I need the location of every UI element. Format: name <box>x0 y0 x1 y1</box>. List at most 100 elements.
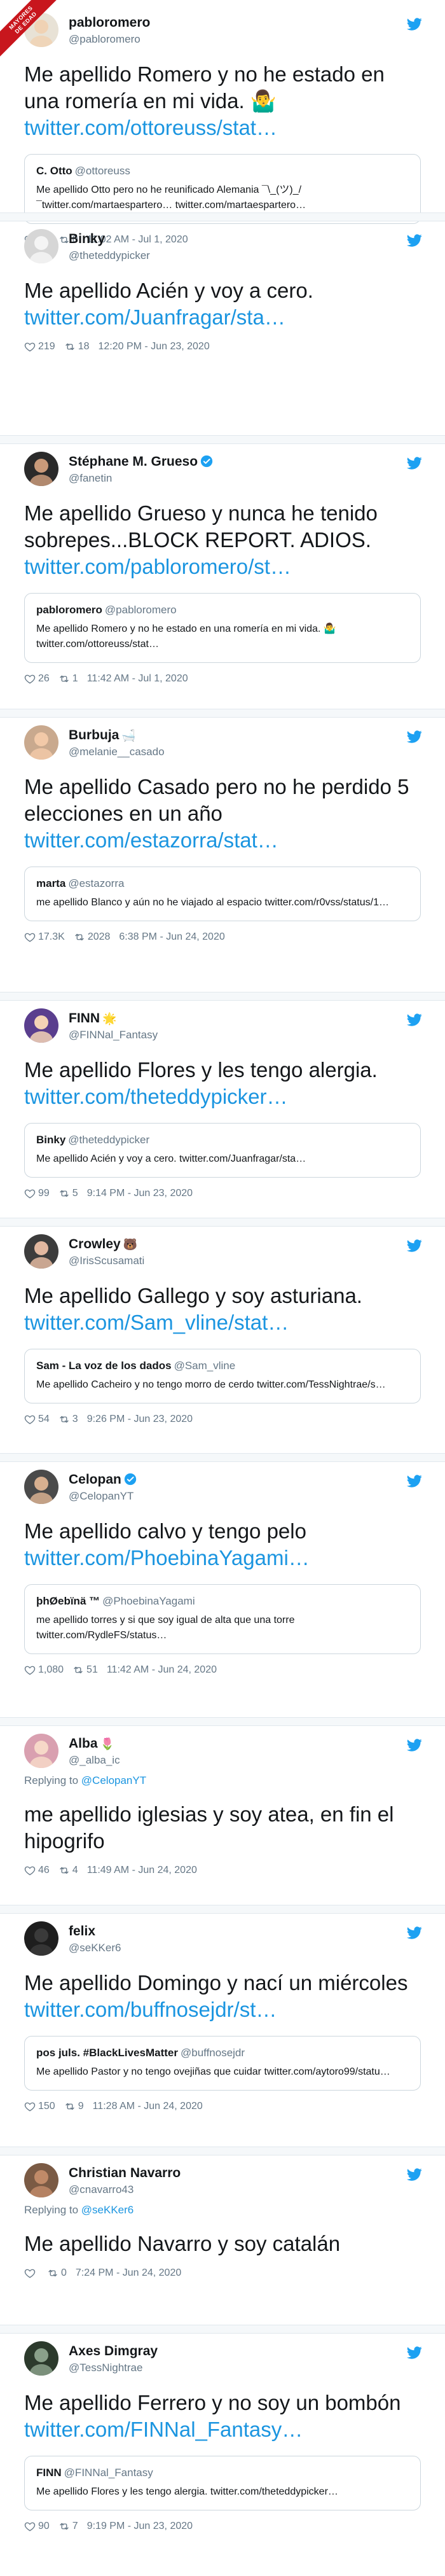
tweet-link[interactable]: twitter.com/Sam_vline/stat… <box>24 1311 289 1334</box>
author-name[interactable]: felix <box>69 1924 95 1939</box>
tweet-timestamp[interactable]: 11:49 AM - Jun 24, 2020 <box>87 1865 197 1876</box>
heart-icon[interactable] <box>24 1664 36 1676</box>
author-name[interactable]: pabloromero <box>69 15 150 31</box>
retweet-icon[interactable] <box>58 1414 70 1425</box>
tweet-timestamp[interactable]: 12:20 PM - Jun 23, 2020 <box>99 341 210 352</box>
heart-icon[interactable] <box>24 2101 36 2112</box>
grueso-avatar-icon[interactable] <box>24 452 58 486</box>
tweet-timestamp[interactable]: 7:24 PM - Jun 24, 2020 <box>76 2267 181 2279</box>
tweet-link[interactable]: twitter.com/theteddypicker… <box>24 1085 288 1108</box>
tweet-card[interactable]: Christian Navarro @cnavarro43 Replying to … <box>11 2158 434 2279</box>
tweet-card[interactable]: Binky @theteddypicker Me apellido Acién y … <box>11 224 434 352</box>
author-name[interactable]: Celopan <box>69 1472 137 1487</box>
author-name-text[interactable]: Crowley <box>69 1237 121 1251</box>
author-handle[interactable]: @TessNightrae <box>69 2362 142 2374</box>
retweet-icon[interactable] <box>64 2101 76 2112</box>
tweet-card[interactable]: Alba 🌷 @_alba_ic Replying to @CelopanYT me a… <box>11 1729 434 1876</box>
twitter-bird-icon[interactable] <box>407 1238 422 1253</box>
retweet-icon[interactable] <box>58 1865 70 1876</box>
author-name-text[interactable]: Celopan <box>69 1472 121 1487</box>
quoted-tweet[interactable]: FINN @FINNal_Fantasy Me apellido Flores y … <box>24 2456 421 2510</box>
binky-avatar-icon[interactable] <box>24 229 58 263</box>
twitter-bird-icon[interactable] <box>407 1925 422 1940</box>
reply-to-handle[interactable]: @seKKer6 <box>81 2204 134 2216</box>
retweet-icon[interactable] <box>58 673 70 685</box>
author-name[interactable]: Crowley 🐻 <box>69 1237 137 1252</box>
author-handle[interactable]: @pabloromero <box>69 33 140 46</box>
author-name-text[interactable]: Christian Navarro <box>69 2166 181 2180</box>
heart-icon[interactable] <box>24 1188 36 1199</box>
author-handle[interactable]: @_alba_ic <box>69 1754 120 1767</box>
navarro-avatar-icon[interactable] <box>24 2163 58 2197</box>
heart-icon[interactable] <box>24 2521 36 2532</box>
tweet-card[interactable]: FINN 🌟 @FINNal_Fantasy Me apellido Flores y… <box>11 1003 434 1199</box>
author-handle[interactable]: @cnavarro43 <box>69 2183 134 2196</box>
author-name[interactable]: Burbuja 🛁 <box>69 728 136 743</box>
author-name-text[interactable]: Alba <box>69 1736 98 1751</box>
twitter-bird-icon[interactable] <box>407 1473 422 1489</box>
tweet-card[interactable]: Celopan @CelopanYT Me apellido calvo y ten… <box>11 1465 434 1676</box>
celopan-avatar-icon[interactable] <box>24 1470 58 1504</box>
tweet-link[interactable]: twitter.com/ottoreuss/stat… <box>24 116 277 139</box>
tweet-link[interactable]: twitter.com/PhoebinaYagami… <box>24 1546 310 1570</box>
author-name-text[interactable]: pabloromero <box>69 15 150 30</box>
author-handle[interactable]: @fanetin <box>69 472 112 485</box>
retweet-icon[interactable] <box>58 2521 70 2532</box>
tweet-link[interactable]: twitter.com/Juanfragar/sta… <box>24 305 285 329</box>
author-name-text[interactable]: Binky <box>69 232 105 246</box>
heart-icon[interactable] <box>24 1414 36 1425</box>
retweet-icon[interactable] <box>64 341 76 352</box>
heart-icon[interactable] <box>24 673 36 685</box>
retweet-icon[interactable] <box>58 1188 70 1199</box>
finn-avatar-icon[interactable] <box>24 1008 58 1043</box>
retweet-icon[interactable] <box>47 2267 58 2279</box>
author-name[interactable]: Alba 🌷 <box>69 1736 114 1751</box>
tweet-timestamp[interactable]: 9:14 PM - Jun 23, 2020 <box>87 1188 193 1199</box>
heart-icon[interactable] <box>24 341 36 352</box>
heart-icon[interactable] <box>24 931 36 943</box>
author-name-text[interactable]: felix <box>69 1924 95 1939</box>
tweet-card[interactable]: pabloromero @pabloromero Me apellido Romer… <box>11 8 434 246</box>
twitter-bird-icon[interactable] <box>407 1737 422 1753</box>
twitter-bird-icon[interactable] <box>407 233 422 248</box>
tweet-timestamp[interactable]: 11:28 AM - Jun 24, 2020 <box>93 2101 203 2112</box>
tweet-link[interactable]: twitter.com/FINNal_Fantasy… <box>24 2418 303 2441</box>
author-handle[interactable]: @melanie__casado <box>69 746 165 758</box>
felix-avatar-icon[interactable] <box>24 1921 58 1956</box>
tweet-card[interactable]: Burbuja 🛁 @melanie__casado Me apellido Casa… <box>11 720 434 943</box>
tweet-link[interactable]: twitter.com/buffnosejdr/st… <box>24 1998 277 2021</box>
author-handle[interactable]: @seKKer6 <box>69 1942 121 1954</box>
tweet-card[interactable]: Crowley 🐻 @IrisScusamati Me apellido Galleg… <box>11 1229 434 1425</box>
author-name-text[interactable]: Burbuja <box>69 728 119 742</box>
author-handle[interactable]: @CelopanYT <box>69 1490 134 1503</box>
author-handle[interactable]: @theteddypicker <box>69 249 150 262</box>
author-name-text[interactable]: Axes Dimgray <box>69 2344 158 2358</box>
tweet-link[interactable]: twitter.com/pabloromero/st… <box>24 555 291 578</box>
tweet-timestamp[interactable]: 11:42 AM - Jun 24, 2020 <box>107 1664 217 1676</box>
author-name-text[interactable]: Stéphane M. Grueso <box>69 454 198 469</box>
retweet-icon[interactable] <box>72 1664 84 1676</box>
quoted-tweet[interactable]: þhØebïnä ™ @PhoebinaYagami me apellido tor… <box>24 1584 421 1654</box>
quoted-tweet[interactable]: marta @estazorra me apellido Blanco y aún … <box>24 867 421 921</box>
twitter-bird-icon[interactable] <box>407 2167 422 2182</box>
quoted-tweet[interactable]: Sam - La voz de los dados @Sam_vline Me ap… <box>24 1349 421 1403</box>
twitter-bird-icon[interactable] <box>407 2345 422 2360</box>
tweet-card[interactable]: Stéphane M. Grueso @fanetin Me apellido Gr… <box>11 447 434 685</box>
author-name[interactable]: Stéphane M. Grueso <box>69 454 213 470</box>
twitter-bird-icon[interactable] <box>407 729 422 744</box>
twitter-bird-icon[interactable] <box>407 1012 422 1027</box>
retweet-icon[interactable] <box>74 931 85 943</box>
heart-icon[interactable] <box>24 2267 36 2279</box>
author-name[interactable]: Binky <box>69 232 105 247</box>
author-name-text[interactable]: FINN <box>69 1011 100 1026</box>
heart-icon[interactable] <box>24 1865 36 1876</box>
tweet-timestamp[interactable]: 9:26 PM - Jun 23, 2020 <box>87 1414 193 1425</box>
tweet-timestamp[interactable]: 6:38 PM - Jun 24, 2020 <box>119 931 224 943</box>
author-name[interactable]: Axes Dimgray <box>69 2344 158 2359</box>
twitter-bird-icon[interactable] <box>407 17 422 32</box>
tweet-card[interactable]: felix @seKKer6 Me apellido Domingo y nací … <box>11 1916 434 2112</box>
tweet-timestamp[interactable]: 9:19 PM - Jun 23, 2020 <box>87 2521 193 2532</box>
quoted-tweet[interactable]: pabloromero @pabloromero Me apellido Romer… <box>24 593 421 663</box>
tweet-timestamp[interactable]: 11:42 AM - Jul 1, 2020 <box>87 673 188 685</box>
author-handle[interactable]: @IrisScusamati <box>69 1255 144 1267</box>
